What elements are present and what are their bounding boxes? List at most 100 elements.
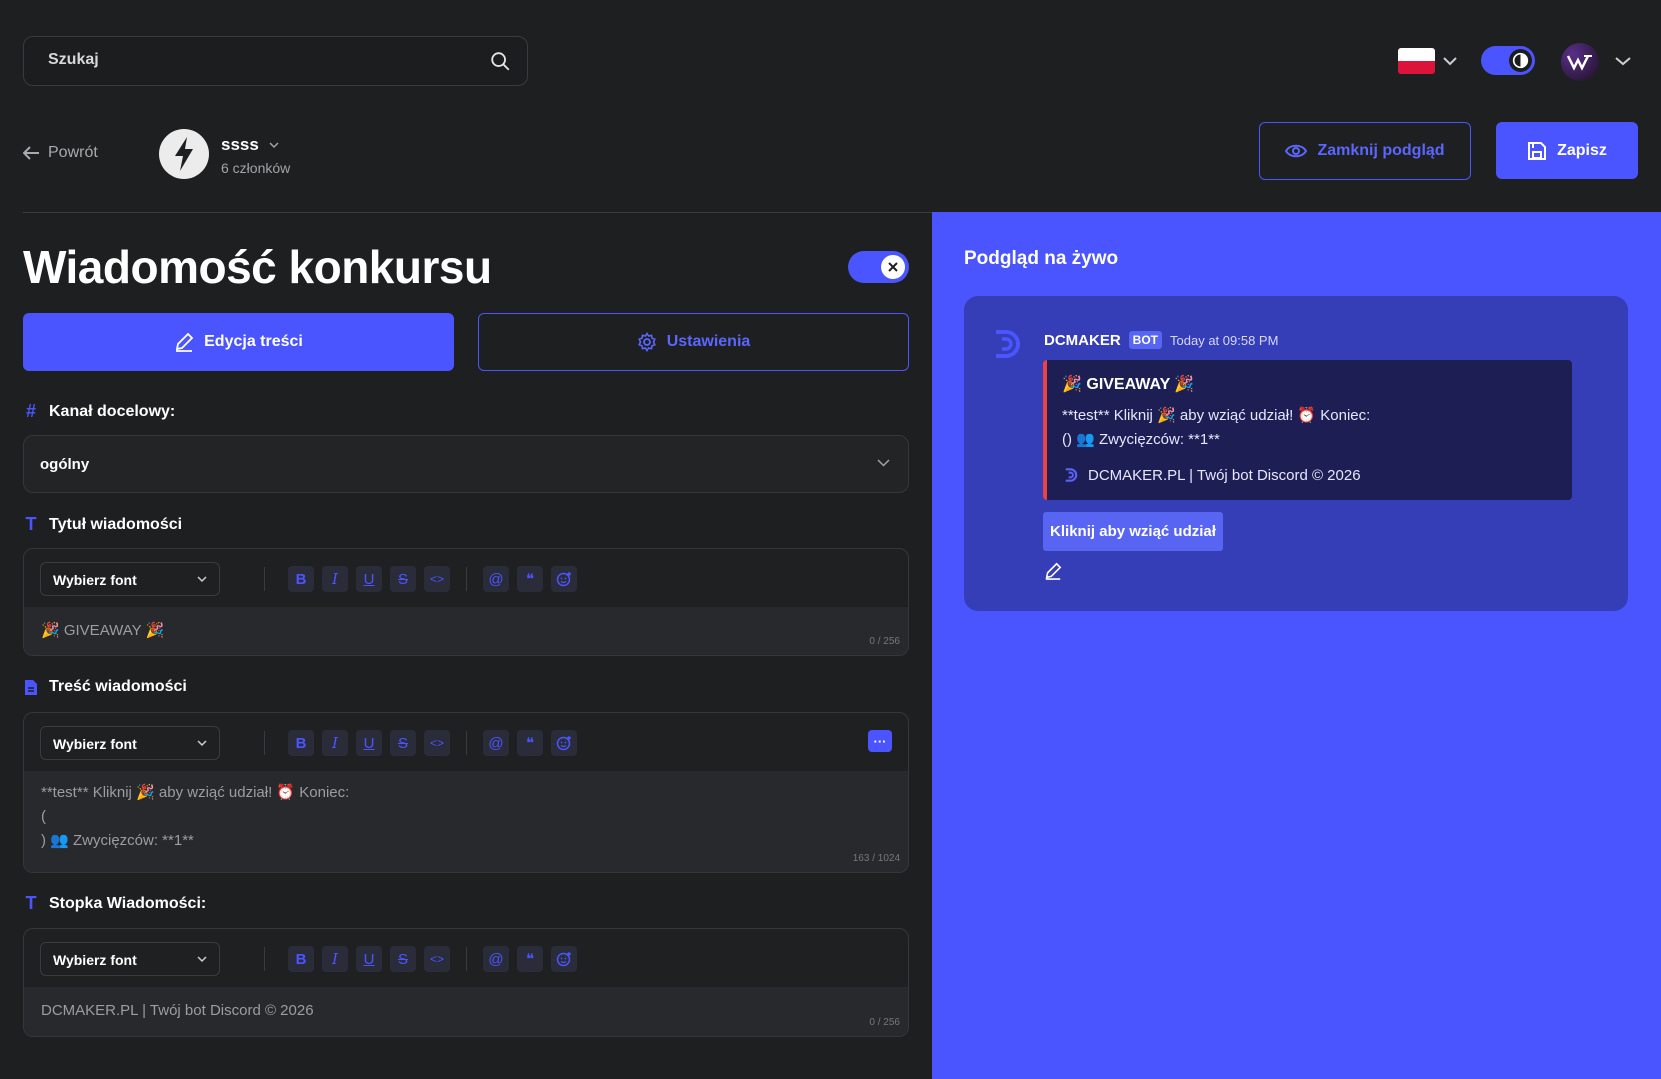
embed-title: 🎉 GIVEAWAY 🎉 [1062,376,1195,393]
emoji-add-icon [556,952,571,967]
lightning-icon [175,137,193,171]
embed-description: **test** Kliknij 🎉 aby wziąć udział! ⏰ K… [1062,407,1371,448]
content-editor: Wybierz font B I U S <> @ ❝ ··· **test**… [23,712,909,873]
message-embed: 🎉 GIVEAWAY 🎉 **test** Kliknij 🎉 aby wzią… [1043,360,1572,500]
search-bar[interactable] [23,36,528,86]
formatting-toolbar: Wybierz font B I U S <> @ ❝ ··· [24,713,908,771]
chevron-down-icon [197,740,207,747]
quote-button[interactable]: ❝ [517,946,543,972]
save-button[interactable]: Zapisz [1496,122,1638,179]
close-preview-button[interactable]: Zamknij podgląd [1259,122,1471,180]
search-icon[interactable] [489,50,511,72]
italic-button[interactable]: I [322,946,348,972]
font-select[interactable]: Wybierz font [40,726,220,760]
code-button[interactable]: <> [424,730,450,756]
title-textarea[interactable]: 🎉 GIVEAWAY 🎉 0 / 256 [24,607,908,655]
tab-settings[interactable]: Ustawienia [478,313,909,371]
pencil-icon [175,332,194,352]
footer-textarea[interactable]: DCMAKER.PL | Twój bot Discord © 2026 0 /… [24,987,908,1036]
title-text: 🎉 GIVEAWAY 🎉 [41,622,165,639]
theme-toggle[interactable] [1481,46,1535,75]
footer-editor: Wybierz font B I U S <> @ ❝ DCMAKER.PL |… [23,928,909,1037]
back-button[interactable]: Powrót [23,144,98,162]
close-icon [881,255,905,279]
message-time: Today at 09:58 PM [1170,332,1279,348]
eye-icon [1285,144,1308,158]
server-selector[interactable]: ssss [221,135,279,155]
hash-icon: # [25,401,36,421]
channel-value: ogólny [40,456,90,473]
bold-button[interactable]: B [288,730,314,756]
content-label-row: Treść wiadomości [23,678,187,696]
section-label: Treść wiadomości [49,678,187,695]
header-divider [23,212,933,213]
quote-button[interactable]: ❝ [517,730,543,756]
strikethrough-button[interactable]: S [390,730,416,756]
bot-tag: BOT [1128,331,1163,349]
user-avatar[interactable] [1561,43,1599,81]
underline-button[interactable]: U [356,730,382,756]
back-label: Powrót [48,144,98,161]
bot-logo-icon [1065,468,1078,482]
language-flag[interactable] [1398,48,1435,74]
search-input[interactable] [48,51,468,69]
section-label: Tytuł wiadomości [49,515,183,533]
emoji-add-button[interactable] [551,566,577,592]
chevron-down-icon[interactable] [1443,56,1457,66]
channel-label-row: # Kanał docelowy: [23,401,175,422]
code-button[interactable]: <> [424,946,450,972]
formatting-toolbar: Wybierz font B I U S <> @ ❝ [24,549,908,607]
chevron-down-icon[interactable] [1615,56,1631,66]
underline-button[interactable]: U [356,946,382,972]
emoji-add-icon [556,736,571,751]
formatting-toolbar: Wybierz font B I U S <> @ ❝ [24,929,908,987]
font-select[interactable]: Wybierz font [40,942,220,976]
emoji-add-button[interactable] [551,730,577,756]
channel-select[interactable]: ogólny [23,435,909,493]
more-options-button[interactable]: ··· [868,730,892,752]
bold-button[interactable]: B [288,566,314,592]
mention-button[interactable]: @ [483,946,509,972]
emoji-add-button[interactable] [551,946,577,972]
page-title: Wiadomość konkursu [23,241,492,293]
emoji-add-icon [556,572,571,587]
join-giveaway-button[interactable]: Kliknij aby wziąć udział [1043,512,1223,551]
code-button[interactable]: <> [424,566,450,592]
content-textarea[interactable]: **test** Kliknij 🎉 aby wziąć udział! ⏰ K… [24,771,908,872]
bot-logo-icon [996,330,1020,358]
preview-title: Podgląd na żywo [964,248,1119,269]
mention-button[interactable]: @ [483,566,509,592]
mention-button[interactable]: @ [483,730,509,756]
tab-edit-label: Edycja treści [204,333,303,350]
underline-button[interactable]: U [356,566,382,592]
quote-button[interactable]: ❝ [517,566,543,592]
strikethrough-button[interactable]: S [390,566,416,592]
server-name: ssss [221,135,259,154]
enable-toggle[interactable] [848,251,909,283]
save-icon [1528,141,1547,160]
font-select-label: Wybierz font [53,952,137,968]
close-preview-label: Zamknij podgląd [1317,142,1445,159]
title-label-row: T Tytuł wiadomości [23,514,183,535]
embed-footer-text: DCMAKER.PL | Twój bot Discord © 2026 [1088,466,1361,484]
bot-name: DCMAKER [1044,331,1121,349]
save-label: Zapisz [1557,141,1607,159]
italic-button[interactable]: I [322,730,348,756]
tab-edit-content[interactable]: Edycja treści [23,313,454,371]
char-counter: 0 / 256 [869,1017,900,1028]
strikethrough-button[interactable]: S [390,946,416,972]
footer-label-row: T Stopka Wiadomości: [23,893,207,914]
bold-button[interactable]: B [288,946,314,972]
server-members: 6 członków [221,160,291,176]
bot-header: DCMAKER BOT Today at 09:58 PM [1044,331,1278,349]
italic-button[interactable]: I [322,566,348,592]
chevron-down-icon [197,576,207,583]
font-select[interactable]: Wybierz font [40,562,220,596]
chevron-down-icon [877,459,890,467]
content-text: **test** Kliknij 🎉 aby wziąć udział! ⏰ K… [41,784,350,849]
char-counter: 0 / 256 [869,636,900,647]
text-icon: T [25,893,37,913]
chevron-down-icon [197,956,207,963]
title-editor: Wybierz font B I U S <> @ ❝ 🎉 GIVEAWAY 🎉… [23,548,909,656]
pencil-icon[interactable] [1044,562,1062,580]
